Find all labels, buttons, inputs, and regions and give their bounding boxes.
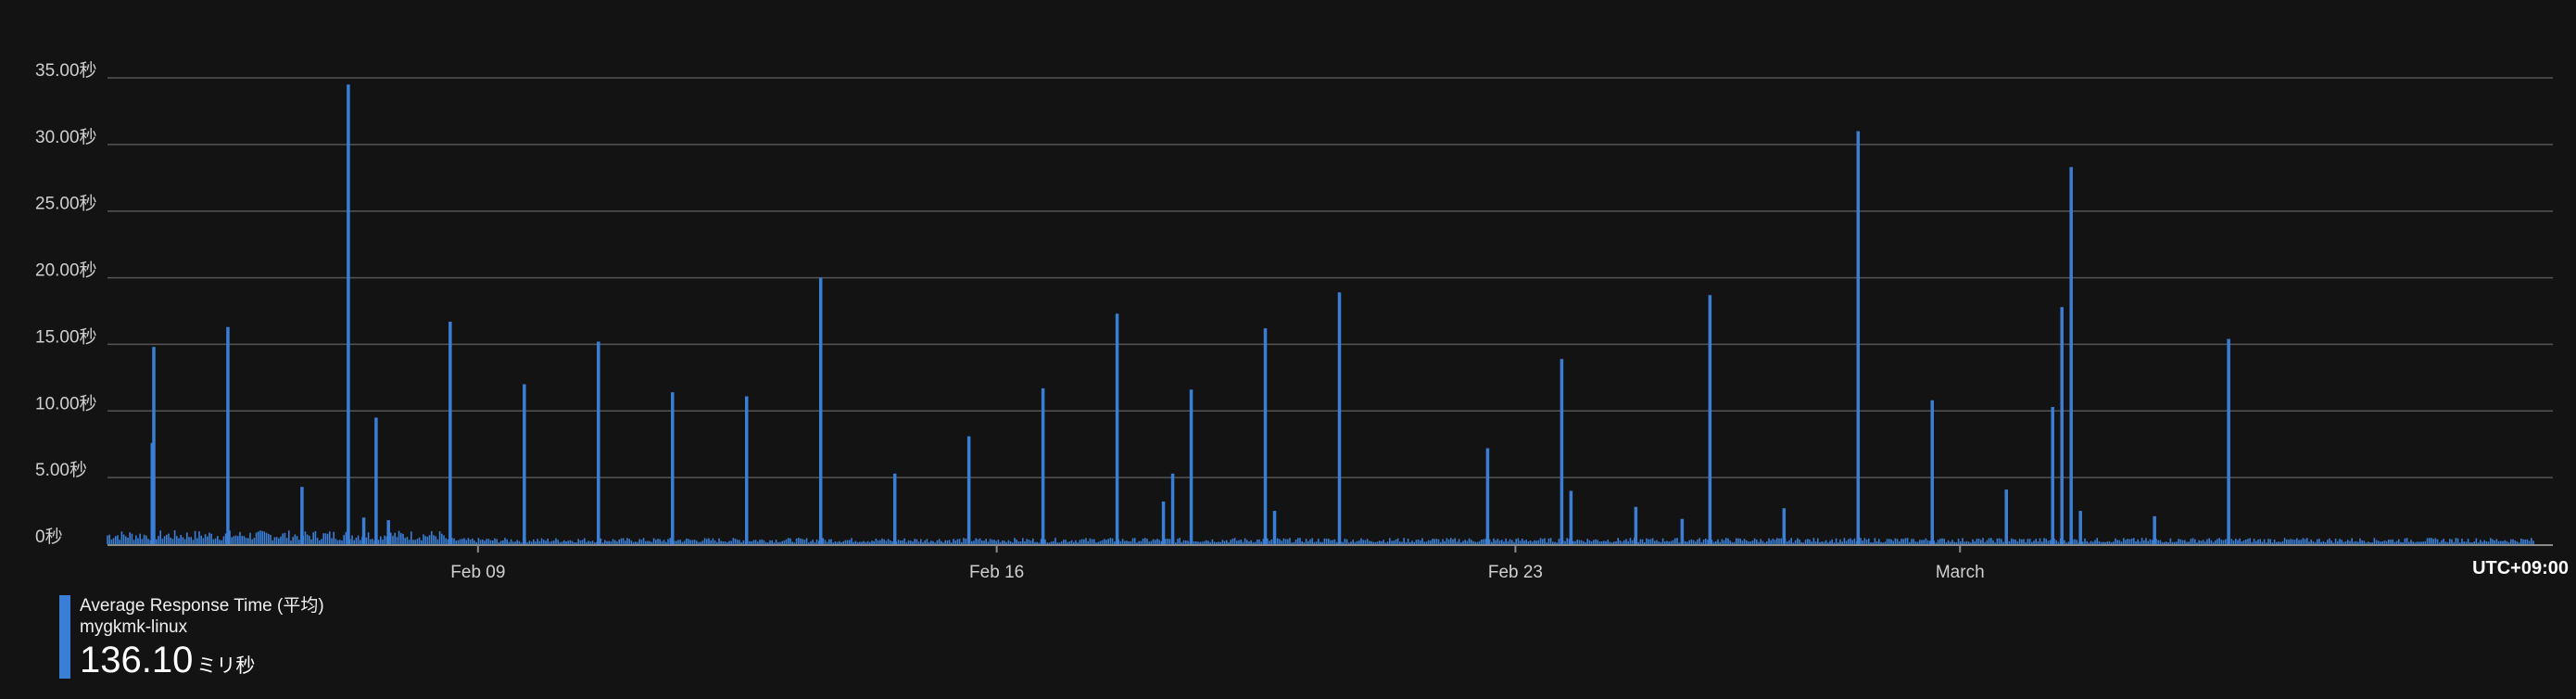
y-tick-label: 25.00秒: [35, 194, 97, 214]
y-tick-label: 20.00秒: [35, 261, 97, 281]
legend-series-name: Average Response Time (平均): [80, 596, 324, 616]
legend-unit: ミリ秒: [196, 655, 256, 677]
baseline-noise: [107, 529, 2534, 544]
legend-host: mygkmk-linux: [80, 617, 188, 637]
y-tick-label: 0秒: [35, 527, 63, 547]
timezone-label: UTC+09:00: [2472, 558, 2569, 578]
y-tick-label: 30.00秒: [35, 127, 97, 147]
legend-swatch: [59, 595, 70, 679]
x-tick-label: March: [1936, 563, 1985, 582]
x-tick-label: Feb 16: [969, 563, 1024, 582]
legend-value-row: 136.10 ミリ秒: [80, 640, 324, 681]
legend-value: 136.10: [80, 640, 194, 680]
chart-plot: 0秒 5.00秒 10.00秒 15.00秒 20.00秒 25.00秒 30.00秒 35.…: [35, 60, 2553, 582]
x-tick-label: Feb 23: [1488, 563, 1543, 582]
y-tick-label: 35.00秒: [35, 60, 97, 81]
y-tick-label: 10.00秒: [35, 393, 97, 413]
legend-text: Average Response Time (平均) mygkmk-linux …: [80, 595, 324, 681]
y-tick-label: 15.00秒: [35, 326, 97, 347]
x-tick-label: Feb 09: [450, 563, 505, 582]
y-tick-label: 5.00秒: [35, 460, 87, 480]
